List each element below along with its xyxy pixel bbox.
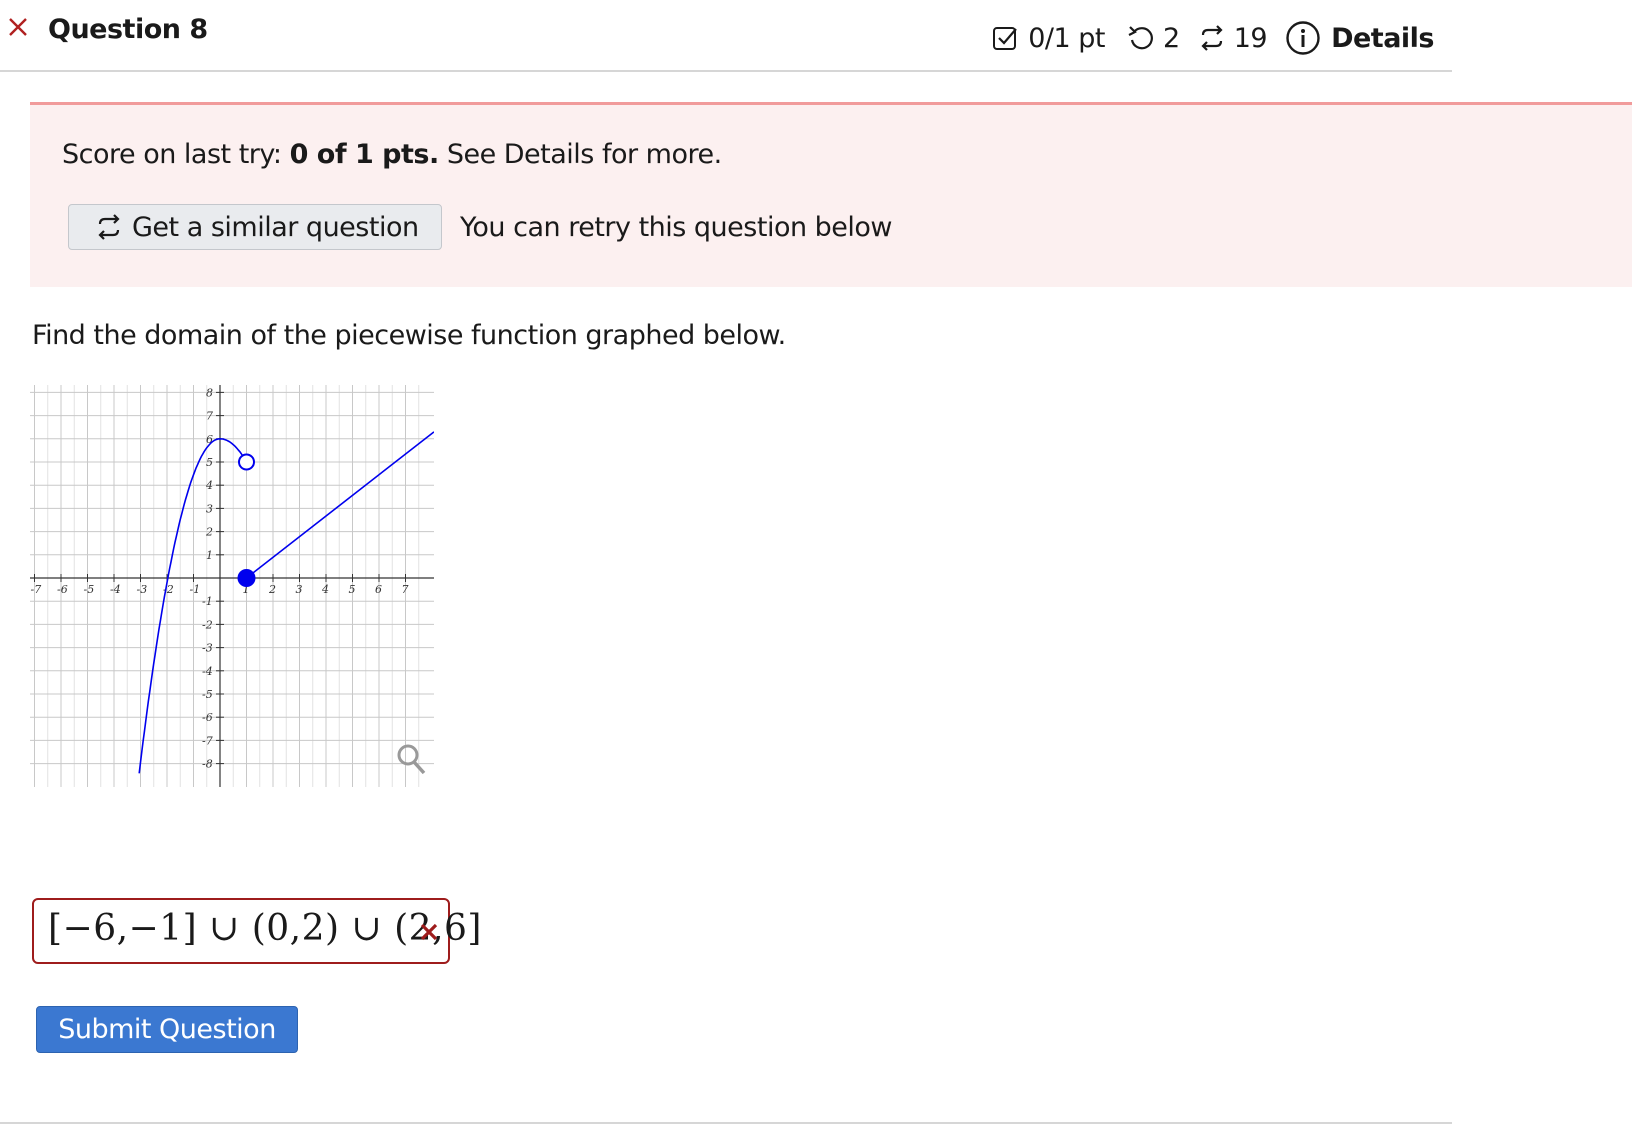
y-tick-label: -4 (202, 665, 213, 678)
incorrect-answer-icon (420, 923, 438, 941)
x-tick-label: -1 (190, 583, 201, 596)
similar-question-label: Get a similar question (132, 211, 419, 243)
footer-divider (0, 1122, 1452, 1124)
question-title: Question 8 (48, 14, 208, 45)
question-meta: 0/1 pt 2 19 Details (992, 20, 1434, 56)
score-message-score: 0 of 1 pts. (289, 139, 440, 170)
x-tick-label: 6 (375, 583, 382, 596)
question-header: Question 8 0/1 pt 2 19 Details (0, 0, 1452, 72)
x-tick-label: 5 (349, 583, 356, 596)
magnifier-icon[interactable] (397, 744, 419, 766)
y-tick-label: -6 (202, 711, 213, 724)
x-tick-label: 4 (321, 583, 329, 596)
x-tick-label: -7 (31, 583, 42, 596)
x-tick-label: -4 (110, 583, 121, 596)
versions-icon (1201, 25, 1223, 51)
answer-value: [−6,−1] ∪ (0,2) ∪ (2,6] (48, 908, 482, 949)
function-curve-left (138, 437, 248, 774)
score-message-prefix: Score on last try: (62, 139, 290, 170)
y-tick-label: 1 (206, 549, 213, 562)
attempts-count: 2 (1163, 22, 1180, 54)
x-tick-label: 7 (402, 583, 409, 596)
open-point (238, 453, 255, 471)
closed-point (237, 569, 256, 587)
details-link[interactable]: Details (1331, 23, 1434, 54)
y-tick-label: -8 (202, 758, 213, 771)
y-tick-label: 8 (206, 386, 213, 399)
x-tick-label: -5 (84, 583, 95, 596)
x-tick-label: 3 (296, 583, 303, 596)
score-message-suffix: See Details for more. (438, 139, 722, 170)
retry-message: You can retry this question below (460, 212, 893, 243)
checkbox-score-icon (993, 27, 1018, 50)
retry-icon (1128, 26, 1153, 50)
info-icon[interactable] (1285, 20, 1321, 56)
y-tick-label: 2 (205, 526, 213, 539)
y-tick-label: -3 (202, 642, 213, 655)
x-tick-label: -3 (137, 583, 148, 596)
similar-question-button[interactable]: Get a similar question (68, 204, 442, 250)
versions-count: 19 (1233, 22, 1268, 54)
score-text: 0/1 pt (1028, 22, 1106, 54)
answer-input[interactable]: [−6,−1] ∪ (0,2) ∪ (2,6] (32, 898, 481, 964)
x-tick-label: 2 (268, 583, 276, 596)
y-tick-label: -2 (202, 618, 213, 631)
y-tick-label: -7 (202, 734, 213, 747)
submit-question-button[interactable]: Submit Question (36, 1006, 298, 1053)
y-tick-label: 3 (206, 502, 213, 515)
piecewise-function-graph: -7 -6 -5 -4 -3 -2 -1 1 2 3 4 5 6 787654321-1-2-3-4-5-… (30, 385, 434, 787)
question-prompt: Find the domain of the piecewise functio… (32, 320, 786, 351)
score-message: Score on last try: 0 of 1 pts. See Detai… (62, 139, 722, 170)
y-tick-label: 5 (206, 456, 213, 469)
similar-question-icon (98, 214, 120, 240)
incorrect-x-icon (9, 18, 27, 36)
y-tick-label: 4 (205, 479, 213, 492)
y-tick-label: 7 (206, 410, 213, 423)
y-tick-label: -1 (202, 595, 213, 608)
y-tick-label: -5 (202, 688, 213, 701)
score-alert: Score on last try: 0 of 1 pts. See Detai… (30, 102, 1632, 287)
x-tick-label: -6 (57, 583, 68, 596)
